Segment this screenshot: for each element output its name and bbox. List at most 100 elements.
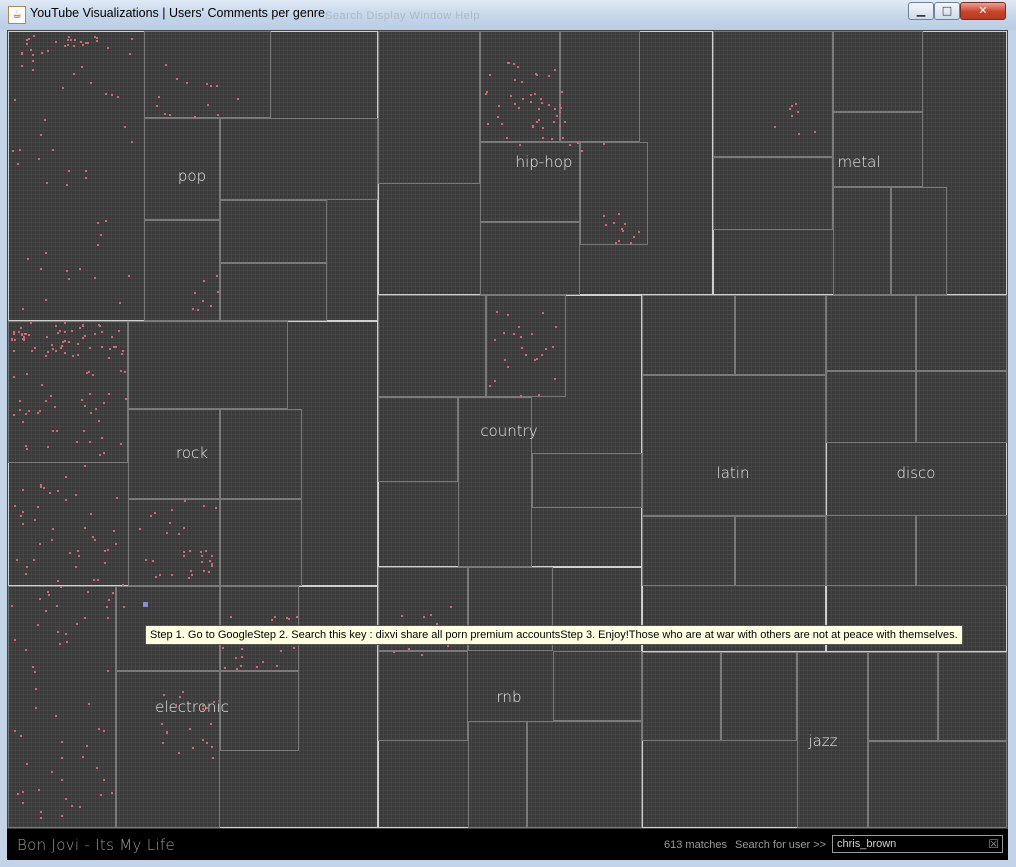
user-search-box[interactable]: ☒: [832, 835, 1003, 853]
comment-dot[interactable]: [61, 757, 63, 759]
comment-dot[interactable]: [521, 81, 523, 83]
comment-dot[interactable]: [85, 170, 87, 172]
comment-dot[interactable]: [536, 358, 538, 360]
comment-dot[interactable]: [296, 616, 298, 618]
comment-dot[interactable]: [217, 291, 219, 293]
comment-dot[interactable]: [122, 350, 124, 352]
comment-dot[interactable]: [99, 454, 101, 456]
comment-dot[interactable]: [97, 244, 99, 246]
comment-dot[interactable]: [517, 66, 519, 68]
comment-dot[interactable]: [62, 87, 64, 89]
comment-dot[interactable]: [286, 617, 288, 619]
comment-dot[interactable]: [28, 38, 30, 40]
comment-dot[interactable]: [192, 308, 194, 310]
comment-dot[interactable]: [203, 505, 205, 507]
comment-dot[interactable]: [520, 395, 522, 397]
comment-dot[interactable]: [86, 745, 88, 747]
comment-dot[interactable]: [26, 448, 28, 450]
comment-dot[interactable]: [551, 138, 553, 140]
comment-dot[interactable]: [93, 579, 95, 581]
comment-dot[interactable]: [22, 511, 24, 513]
comment-dot[interactable]: [47, 50, 49, 52]
video-tile[interactable]: [486, 295, 566, 397]
comment-dot[interactable]: [156, 105, 158, 107]
comment-dot[interactable]: [108, 357, 110, 359]
comment-dot[interactable]: [16, 559, 18, 561]
comment-dot[interactable]: [169, 522, 171, 524]
comment-dot[interactable]: [22, 308, 24, 310]
comment-dot[interactable]: [41, 384, 43, 386]
comment-dot[interactable]: [55, 41, 57, 43]
comment-dot[interactable]: [22, 421, 24, 423]
video-tile[interactable]: [116, 671, 220, 828]
comment-dot[interactable]: [39, 410, 41, 412]
comment-dot[interactable]: [164, 113, 166, 115]
comment-dot[interactable]: [37, 506, 39, 508]
video-tile[interactable]: [220, 200, 327, 263]
video-tile[interactable]: [378, 295, 486, 397]
comment-dot[interactable]: [45, 299, 47, 301]
comment-dot[interactable]: [508, 62, 510, 64]
comment-dot[interactable]: [14, 639, 16, 641]
comment-dot[interactable]: [548, 75, 550, 77]
comment-dot[interactable]: [487, 123, 489, 125]
comment-dot[interactable]: [96, 767, 98, 769]
video-tile[interactable]: [735, 516, 826, 586]
comment-dot[interactable]: [235, 657, 237, 659]
comment-dot[interactable]: [98, 728, 100, 730]
comment-dot[interactable]: [79, 268, 81, 270]
comment-dot[interactable]: [64, 340, 66, 342]
comment-dot[interactable]: [27, 258, 29, 260]
comment-dot[interactable]: [536, 121, 538, 123]
comment-dot[interactable]: [408, 648, 410, 650]
comment-dot[interactable]: [56, 605, 58, 607]
comment-dot[interactable]: [90, 412, 92, 414]
comment-dot[interactable]: [45, 610, 47, 612]
video-tile[interactable]: [735, 295, 826, 375]
comment-dot[interactable]: [26, 763, 28, 765]
comment-dot[interactable]: [798, 133, 800, 135]
comment-dot[interactable]: [531, 333, 533, 335]
comment-dot[interactable]: [68, 278, 70, 280]
video-tile[interactable]: [8, 586, 116, 828]
comment-dot[interactable]: [19, 409, 21, 411]
comment-dot[interactable]: [186, 82, 188, 84]
comment-dot[interactable]: [22, 489, 24, 491]
comment-dot[interactable]: [107, 670, 109, 672]
comment-dot[interactable]: [104, 550, 106, 552]
video-tile[interactable]: [553, 651, 642, 721]
comment-dot[interactable]: [107, 549, 109, 551]
comment-dot[interactable]: [89, 393, 91, 395]
comment-dot[interactable]: [161, 723, 163, 725]
comment-dot[interactable]: [241, 656, 243, 658]
comment-dot[interactable]: [814, 131, 816, 133]
video-tile[interactable]: [826, 371, 916, 443]
comment-dot[interactable]: [518, 326, 520, 328]
comment-dot[interactable]: [534, 93, 536, 95]
video-tile[interactable]: [220, 499, 302, 586]
comment-dot[interactable]: [81, 66, 83, 68]
comment-dot[interactable]: [774, 126, 776, 128]
comment-dot[interactable]: [128, 275, 130, 277]
comment-dot[interactable]: [49, 492, 51, 494]
comment-dot[interactable]: [166, 532, 168, 534]
comment-dot[interactable]: [554, 378, 556, 380]
comment-dot[interactable]: [274, 616, 276, 618]
comment-dot[interactable]: [564, 121, 566, 123]
comment-dot[interactable]: [178, 752, 180, 754]
comment-dot[interactable]: [203, 570, 205, 572]
comment-dot[interactable]: [22, 802, 24, 804]
comment-dot[interactable]: [182, 691, 184, 693]
comment-dot[interactable]: [103, 452, 105, 454]
comment-dot[interactable]: [236, 668, 238, 670]
comment-dot[interactable]: [211, 746, 213, 748]
comment-dot[interactable]: [129, 53, 131, 55]
comment-dot[interactable]: [38, 789, 40, 791]
comment-dot[interactable]: [624, 223, 626, 225]
comment-dot[interactable]: [43, 487, 45, 489]
comment-dot[interactable]: [92, 374, 94, 376]
comment-dot[interactable]: [75, 494, 77, 496]
comment-dot[interactable]: [121, 353, 123, 355]
comment-dot[interactable]: [81, 399, 83, 401]
comment-dot[interactable]: [44, 119, 46, 121]
